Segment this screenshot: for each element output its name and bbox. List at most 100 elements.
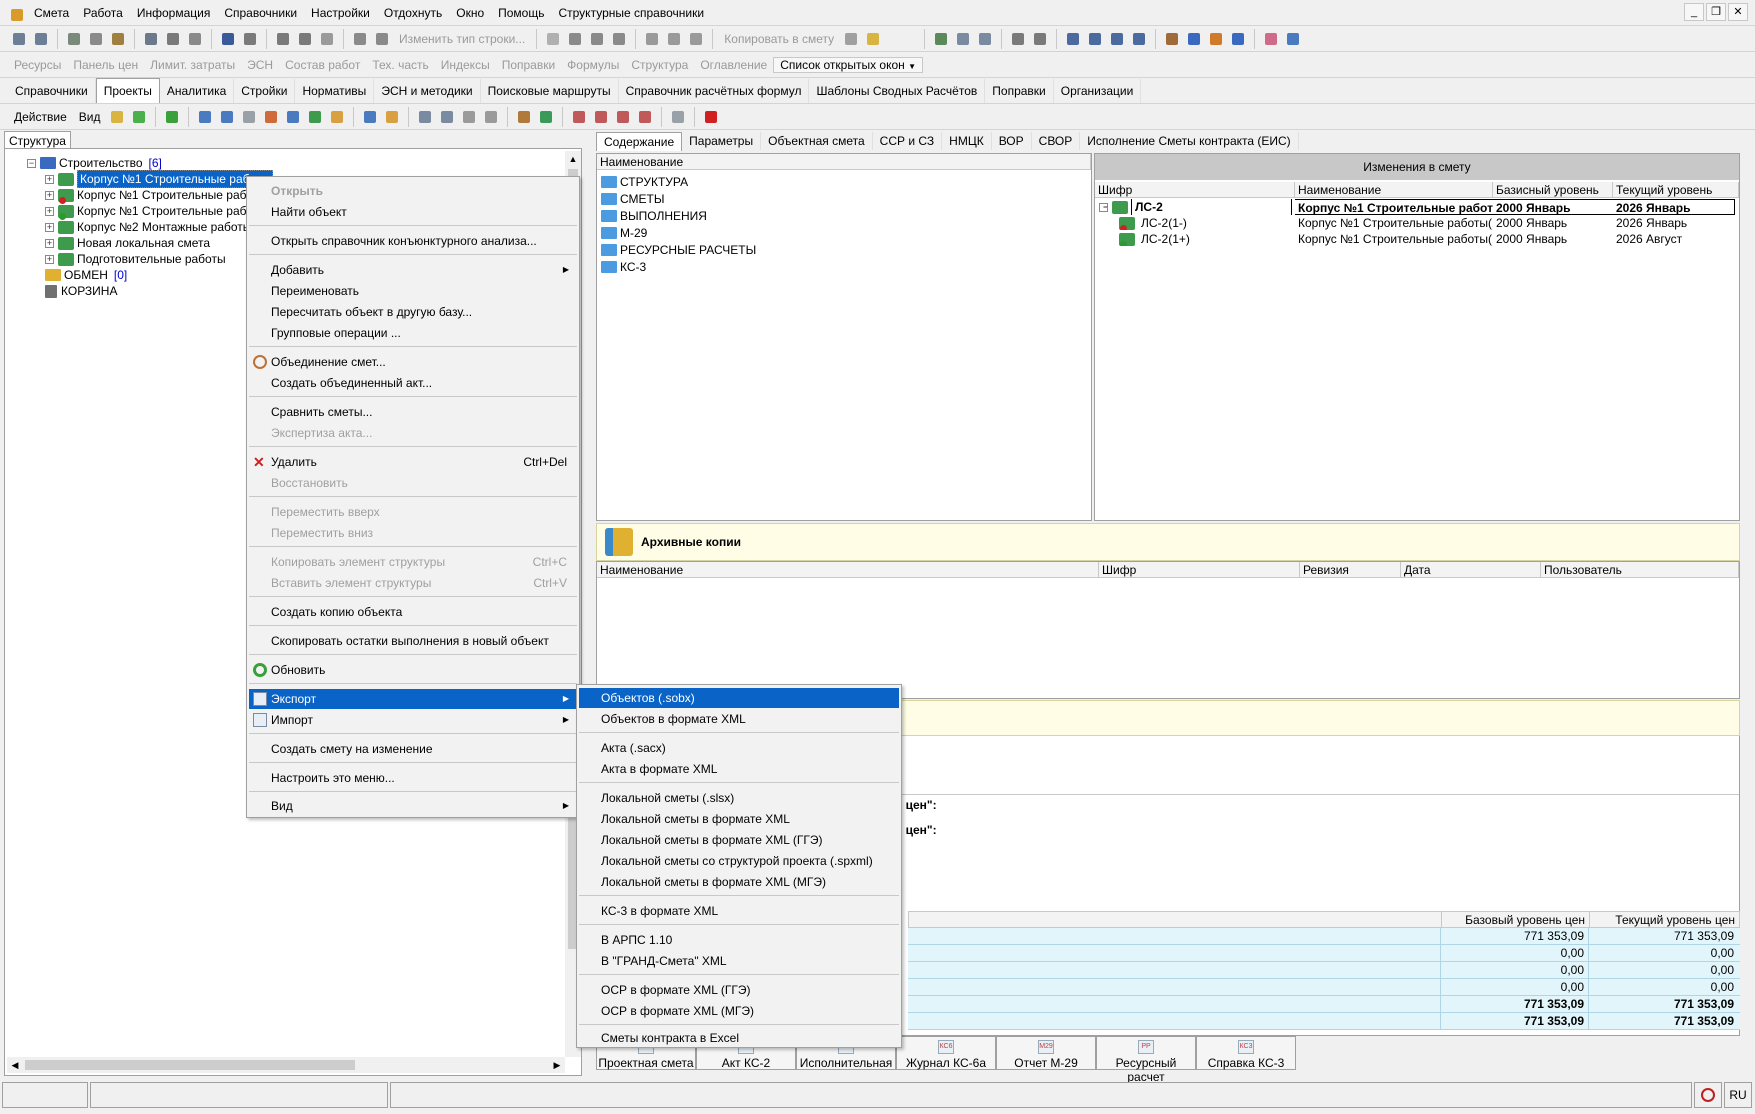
tab-normatives[interactable]: Нормативы	[295, 78, 375, 103]
changes-row[interactable]: ЛС-2(1+) Корпус №1 Строительные работы(1…	[1095, 231, 1739, 247]
tab-corrections[interactable]: Поправки	[985, 78, 1054, 103]
change-row-type-button[interactable]: Изменить тип строки...	[393, 32, 531, 46]
menu-structural-references[interactable]: Структурные справочники	[551, 0, 711, 26]
arrow-down-icon[interactable]	[481, 107, 501, 127]
arrow-up-icon[interactable]	[459, 107, 479, 127]
material-icon[interactable]	[1206, 29, 1226, 49]
clipboard-yellow-icon[interactable]	[863, 29, 883, 49]
menu-references[interactable]: Справочники	[217, 0, 304, 26]
close-icon[interactable]: ✕	[1728, 3, 1748, 21]
limit-costs-button[interactable]: Лимит. затраты	[144, 58, 241, 72]
save-icon[interactable]	[141, 29, 161, 49]
menu-add[interactable]: Добавить ▶	[249, 260, 577, 280]
pr-icon[interactable]	[415, 107, 435, 127]
indent-icon[interactable]	[1063, 29, 1083, 49]
bottom-tab-m29[interactable]: М29 Отчет М-29	[996, 1036, 1096, 1070]
list2-icon[interactable]	[1129, 29, 1149, 49]
cut-icon[interactable]	[642, 29, 662, 49]
menu-merge-estimates[interactable]: Объединение смет...	[249, 352, 577, 372]
tab-svor[interactable]: СВОР	[1032, 132, 1081, 150]
hammer-icon[interactable]	[1162, 29, 1182, 49]
collapse-icon[interactable]: −	[1099, 202, 1108, 212]
tab-nmck[interactable]: НМЦК	[942, 132, 992, 150]
collapse-icon[interactable]: −	[27, 158, 36, 168]
open-folder-icon[interactable]	[129, 107, 149, 127]
archive-code-column[interactable]: Шифр	[1099, 562, 1300, 577]
menu-restore[interactable]: Восстановить	[249, 473, 577, 493]
insert-row-icon[interactable]	[31, 29, 51, 49]
menu-info[interactable]: Информация	[130, 0, 217, 26]
tab-vor[interactable]: ВОР	[992, 132, 1032, 150]
tree-trash[interactable]: КОРЗИНА	[45, 283, 117, 299]
archive-icon[interactable]	[668, 107, 688, 127]
tab-organizations[interactable]: Организации	[1054, 78, 1142, 103]
open-windows-dropdown[interactable]: Список открытых окон ▼	[773, 56, 924, 73]
export-local-xml-mge[interactable]: Локальной сметы в формате XML (МГЭ)	[579, 872, 899, 892]
redo-icon[interactable]	[218, 29, 238, 49]
formulas-button[interactable]: Формулы	[561, 58, 625, 72]
tab-analytics[interactable]: Аналитика	[160, 78, 235, 103]
new-folder-icon[interactable]	[107, 107, 127, 127]
pr2-icon[interactable]	[437, 107, 457, 127]
menu-create-merged-act[interactable]: Создать объединенный акт...	[249, 373, 577, 393]
menu-paste-structure-element[interactable]: Вставить элемент структуры Ctrl+V	[249, 573, 577, 593]
outdent-icon[interactable]	[1085, 29, 1105, 49]
content-item[interactable]: М-29	[601, 225, 647, 241]
print-icon[interactable]	[350, 29, 370, 49]
export-local-spxml[interactable]: Локальной сметы со структурой проекта (.…	[579, 851, 899, 871]
tree-item[interactable]: + Корпус №1 Строительные работы	[45, 170, 274, 188]
menu-window[interactable]: Окно	[449, 0, 491, 26]
books-blue-icon[interactable]	[1283, 29, 1303, 49]
menu-import[interactable]: Импорт ▶	[249, 710, 577, 730]
car-icon[interactable]	[1228, 29, 1248, 49]
close-red-icon[interactable]	[701, 107, 721, 127]
buildings-icon[interactable]	[217, 107, 237, 127]
menu-copy-remainders[interactable]: Скопировать остатки выполнения в новый о…	[249, 631, 577, 651]
search-tree-icon[interactable]	[382, 107, 402, 127]
bottom-tab-ks6a[interactable]: КС6 Журнал КС-6а	[896, 1036, 996, 1070]
document-icon[interactable]	[239, 107, 259, 127]
tree-exchange[interactable]: ОБМЕН [0]	[45, 267, 127, 283]
bottom-tab-resource-calc[interactable]: РР Ресурсный расчет	[1096, 1036, 1196, 1084]
refresh-icon[interactable]	[163, 29, 183, 49]
menu-delete[interactable]: ✕ Удалить Ctrl+Del	[249, 452, 577, 472]
summary-base-column[interactable]: Базовый уровень цен	[1441, 912, 1589, 927]
export-local-xml-gge[interactable]: Локальной сметы в формате XML (ГГЭ)	[579, 830, 899, 850]
left-panel-tab[interactable]: Структура	[4, 131, 71, 149]
tree-item[interactable]: + Корпус №2 Монтажные работы	[45, 219, 251, 235]
f3-icon[interactable]	[635, 107, 655, 127]
refresh-icon[interactable]	[162, 107, 182, 127]
contents-button[interactable]: Оглавление	[694, 58, 773, 72]
export-grand-xml[interactable]: В "ГРАНД-Смета" XML	[579, 951, 899, 971]
base-level-column[interactable]: Базисный уровень	[1493, 182, 1613, 197]
corrections-button[interactable]: Поправки	[496, 58, 561, 72]
export-ks3-xml[interactable]: КС-3 в формате XML	[579, 901, 899, 921]
export-sobx[interactable]: Объектов (.sobx)	[579, 688, 899, 708]
menu-move-up[interactable]: Переместить вверх	[249, 502, 577, 522]
tab-formula-reference[interactable]: Справочник расчётных формул	[619, 78, 810, 103]
work-composition-button[interactable]: Состав работ	[279, 58, 366, 72]
list-icon[interactable]	[360, 107, 380, 127]
esn-button[interactable]: ЭСН	[241, 58, 279, 72]
print-preview-icon[interactable]	[372, 29, 392, 49]
content-item[interactable]: РЕСУРСНЫЕ РАСЧЕТЫ	[601, 242, 756, 258]
menu-create-object-copy[interactable]: Создать копию объекта	[249, 602, 577, 622]
tab-object-estimate[interactable]: Объектная смета	[761, 132, 873, 150]
green-book-icon[interactable]	[305, 107, 325, 127]
changes-row[interactable]: ЛС-2(1-) Корпус №1 Строительные работы(1…	[1095, 215, 1739, 231]
expand-icon[interactable]: +	[45, 222, 54, 232]
changes-row[interactable]: − ЛС-2 Корпус №1 Строительные работы 200…	[1095, 199, 1739, 215]
archive-name-column[interactable]: Наименование	[597, 562, 1099, 577]
tab-ssr[interactable]: ССР и СЗ	[873, 132, 943, 150]
building-icon[interactable]	[195, 107, 215, 127]
code-column[interactable]: Шифр	[1095, 182, 1295, 197]
archive-user-column[interactable]: Пользователь	[1541, 562, 1739, 577]
tab-references[interactable]: Справочники	[8, 78, 96, 103]
add-row-icon[interactable]	[9, 29, 29, 49]
menu-act-expertise[interactable]: Экспертиза акта...	[249, 423, 577, 443]
expand-icon[interactable]: +	[45, 190, 54, 200]
sum2-icon[interactable]	[1030, 29, 1050, 49]
content-item[interactable]: ВЫПОЛНЕНИЯ	[601, 208, 707, 224]
status-lang[interactable]: RU	[1724, 1082, 1752, 1108]
book-icon[interactable]	[931, 29, 951, 49]
